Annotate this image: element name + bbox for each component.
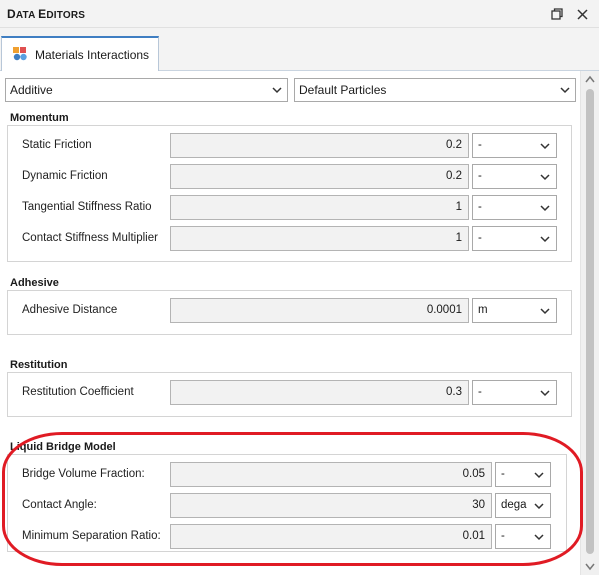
bridge-volume-fraction-field[interactable]: 0.05 <box>170 462 492 487</box>
chevron-down-icon <box>540 390 550 397</box>
adhesive-distance-field[interactable]: 0.0001 <box>170 298 469 323</box>
unit-value: - <box>501 530 505 542</box>
adhesive-group-title: Adhesive <box>10 277 63 289</box>
contact-stiffness-multiplier-label: Contact Stiffness Multiplier <box>22 232 158 244</box>
window-title: DATA EDITORS <box>7 7 86 21</box>
tab-strip: Materials Interactions <box>0 28 599 72</box>
chevron-down-icon <box>540 174 550 181</box>
contact-angle-unit-select[interactable]: dega <box>495 493 551 518</box>
chevron-down-icon <box>534 503 544 510</box>
chevron-down-icon <box>540 143 550 150</box>
mode-select-value: Additive <box>10 83 53 97</box>
unit-value: - <box>478 232 482 244</box>
unit-value: m <box>478 304 488 316</box>
chevron-down-icon <box>534 534 544 541</box>
unit-value: - <box>478 386 482 398</box>
tangential-stiffness-ratio-field[interactable]: 1 <box>170 195 469 220</box>
restitution-coefficient-label: Restitution Coefficient <box>22 386 134 398</box>
vertical-scrollbar[interactable] <box>580 71 599 575</box>
contact-stiffness-multiplier-field[interactable]: 1 <box>170 226 469 251</box>
liquid-bridge-group-title: Liquid Bridge Model <box>10 441 120 453</box>
window-titlebar: DATA EDITORS <box>0 0 599 28</box>
minimum-separation-ratio-label: Minimum Separation Ratio: <box>22 530 161 542</box>
chevron-down-icon <box>272 87 282 94</box>
chevron-down-icon <box>540 205 550 212</box>
chevron-down-icon <box>540 308 550 315</box>
dynamic-friction-label: Dynamic Friction <box>22 170 108 182</box>
scroll-down-arrow-icon[interactable] <box>585 563 595 571</box>
unit-value: - <box>478 201 482 213</box>
materials-interactions-icon <box>12 46 28 62</box>
dynamic-friction-field[interactable]: 0.2 <box>170 164 469 189</box>
materials-interactions-panel: Additive Default Particles Momentum Stat… <box>0 71 580 575</box>
contact-stiffness-multiplier-unit-select[interactable]: - <box>472 226 557 251</box>
dynamic-friction-unit-select[interactable]: - <box>472 164 557 189</box>
particles-select[interactable]: Default Particles <box>294 78 576 102</box>
tab-label: Materials Interactions <box>35 48 150 62</box>
mode-select[interactable]: Additive <box>5 78 288 102</box>
contact-angle-field[interactable]: 30 <box>170 493 492 518</box>
restitution-coefficient-unit-select[interactable]: - <box>472 380 557 405</box>
bridge-volume-fraction-unit-select[interactable]: - <box>495 462 551 487</box>
chevron-down-icon <box>560 87 570 94</box>
restore-icon[interactable] <box>547 4 567 24</box>
scrollbar-thumb[interactable] <box>586 89 594 554</box>
momentum-group-title: Momentum <box>10 112 73 124</box>
minimum-separation-ratio-field[interactable]: 0.01 <box>170 524 492 549</box>
chevron-down-icon <box>534 472 544 479</box>
restitution-coefficient-field[interactable]: 0.3 <box>170 380 469 405</box>
tangential-stiffness-ratio-unit-select[interactable]: - <box>472 195 557 220</box>
tab-materials-interactions[interactable]: Materials Interactions <box>1 36 159 72</box>
unit-value: - <box>478 170 482 182</box>
unit-value: dega <box>501 499 527 511</box>
particles-select-value: Default Particles <box>299 83 387 97</box>
unit-value: - <box>478 139 482 151</box>
adhesive-distance-label: Adhesive Distance <box>22 304 118 316</box>
static-friction-unit-select[interactable]: - <box>472 133 557 158</box>
static-friction-label: Static Friction <box>22 139 92 151</box>
minimum-separation-ratio-unit-select[interactable]: - <box>495 524 551 549</box>
adhesive-distance-unit-select[interactable]: m <box>472 298 557 323</box>
tangential-stiffness-ratio-label: Tangential Stiffness Ratio <box>22 201 152 213</box>
contact-angle-label: Contact Angle: <box>22 499 97 511</box>
close-icon[interactable] <box>572 4 592 24</box>
chevron-down-icon <box>540 236 550 243</box>
bridge-volume-fraction-label: Bridge Volume Fraction: <box>22 468 145 480</box>
static-friction-field[interactable]: 0.2 <box>170 133 469 158</box>
scroll-up-arrow-icon[interactable] <box>585 75 595 83</box>
restitution-group-title: Restitution <box>10 359 72 371</box>
unit-value: - <box>501 468 505 480</box>
